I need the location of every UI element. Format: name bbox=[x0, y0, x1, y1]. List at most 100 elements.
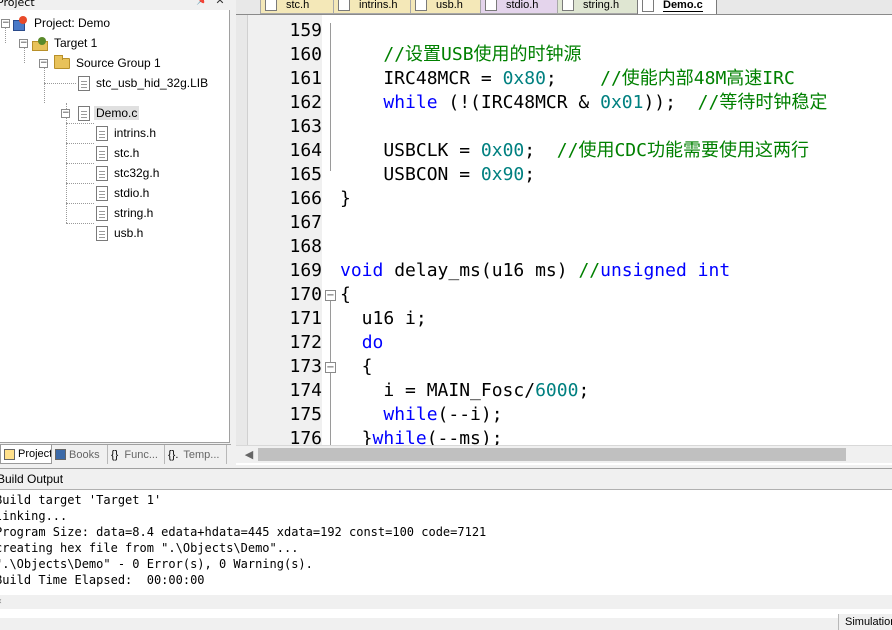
breakpoint-margin[interactable] bbox=[236, 15, 248, 445]
scrollbar-thumb[interactable] bbox=[258, 448, 846, 461]
tab-functions-label: Func... bbox=[124, 448, 158, 461]
header-file-icon bbox=[415, 0, 427, 11]
build-output-line: Build target 'Target 1' bbox=[0, 493, 162, 507]
tab-books-label: Books bbox=[69, 448, 100, 461]
tree-item-lib[interactable]: stc_usb_hid_32g.LIB bbox=[76, 73, 210, 93]
code-line[interactable]: u16 i; bbox=[340, 307, 427, 331]
tree-item-header[interactable]: stdio.h bbox=[94, 183, 151, 203]
file-tab[interactable]: string.h bbox=[557, 0, 647, 14]
code-line[interactable]: { bbox=[340, 355, 373, 379]
code-line[interactable]: void delay_ms(u16 ms) //unsigned int bbox=[340, 259, 730, 283]
tree-item-project[interactable]: Project: Demo bbox=[12, 13, 112, 33]
line-number: 165 bbox=[289, 164, 322, 185]
book-icon bbox=[55, 449, 66, 460]
project-icon bbox=[12, 15, 28, 31]
code-area[interactable]: − − 159 160 //设置USB使用的时钟源 161 IRC48MCR = 0… bbox=[236, 15, 892, 445]
c-file-icon bbox=[642, 0, 654, 12]
tree-item-header[interactable]: stc.h bbox=[94, 143, 141, 163]
tab-functions[interactable]: {} Func... bbox=[108, 445, 165, 464]
fold-line bbox=[330, 23, 331, 171]
code-line[interactable]: { bbox=[340, 283, 351, 307]
tree-item-project-label: Project: Demo bbox=[34, 16, 111, 30]
build-output-line: linking... bbox=[0, 509, 68, 523]
code-line[interactable]: } bbox=[340, 187, 351, 211]
fold-toggle-icon[interactable]: − bbox=[325, 290, 336, 301]
tree-item-source-group[interactable]: Source Group 1 bbox=[54, 53, 163, 73]
template-icon: {}. bbox=[168, 449, 179, 461]
header-file-icon bbox=[96, 125, 108, 141]
tree-item-header-label: string.h bbox=[114, 206, 154, 220]
line-number: 160 bbox=[289, 44, 322, 65]
code-line[interactable]: while(--i); bbox=[340, 403, 502, 427]
build-output-line: creating hex file from ".\Objects\Demo".… bbox=[0, 541, 299, 555]
code-line[interactable]: USBCLK = 0x00; //使用CDC功能需要使用这两行 bbox=[340, 139, 809, 163]
code-line[interactable]: IRC48MCR = 0x80; //使能内部48M高速IRC bbox=[340, 67, 794, 91]
target-icon bbox=[32, 36, 48, 51]
project-tree[interactable]: − Project: Demo − Target 1 − Source Grou… bbox=[0, 10, 230, 443]
tab-templates[interactable]: {}. Temp... bbox=[165, 445, 227, 464]
header-file-icon bbox=[96, 185, 108, 201]
project-tab-icon bbox=[4, 448, 15, 460]
project-panel-tabs: Project Books {} Func... {}. Temp... bbox=[0, 444, 231, 464]
tree-item-header[interactable]: stc32g.h bbox=[94, 163, 161, 183]
line-number: 174 bbox=[289, 380, 322, 401]
tree-item-header-label: intrins.h bbox=[114, 126, 157, 140]
collapse-project-icon[interactable]: − bbox=[1, 19, 10, 28]
tree-item-header-label: stdio.h bbox=[114, 186, 150, 200]
tab-project[interactable]: Project bbox=[0, 445, 52, 464]
header-file-icon bbox=[338, 0, 350, 11]
line-number: 164 bbox=[289, 140, 322, 161]
code-line[interactable]: i = MAIN_Fosc/6000; bbox=[340, 379, 589, 403]
line-number: 171 bbox=[289, 308, 322, 329]
file-tab-label: stc.h bbox=[286, 0, 310, 11]
file-tab-active[interactable]: Demo.c bbox=[637, 0, 717, 14]
horizontal-scrollbar[interactable]: ◀ bbox=[236, 445, 892, 463]
braces-icon: {} bbox=[111, 449, 119, 461]
collapse-group-icon[interactable]: − bbox=[39, 59, 48, 68]
file-tab-label: string.h bbox=[583, 0, 620, 11]
line-number: 175 bbox=[289, 404, 322, 425]
editor-pane: stc.h intrins.h usb.h stdio.h string.h D… bbox=[236, 0, 892, 465]
file-tab-label: usb.h bbox=[436, 0, 463, 11]
close-icon[interactable]: ✕ bbox=[214, 0, 226, 7]
project-panel-title: Project bbox=[0, 0, 35, 9]
tree-item-source-label: Demo.c bbox=[94, 106, 140, 120]
line-number: 162 bbox=[289, 92, 322, 113]
header-file-icon bbox=[265, 0, 277, 11]
file-tab-label: stdio.h bbox=[506, 0, 539, 11]
pin-icon[interactable]: 📌 bbox=[196, 0, 208, 7]
tree-item-target[interactable]: Target 1 bbox=[32, 33, 99, 53]
build-output-line: ".\Objects\Demo" - 0 Error(s), 0 Warning… bbox=[0, 557, 313, 571]
tree-item-header[interactable]: usb.h bbox=[94, 223, 145, 243]
line-number: 170 bbox=[289, 284, 322, 305]
tree-item-header-label: stc32g.h bbox=[114, 166, 160, 180]
file-tab[interactable]: stc.h bbox=[260, 0, 343, 14]
code-line[interactable]: //设置USB使用的时钟源 bbox=[340, 43, 581, 67]
collapse-target-icon[interactable]: − bbox=[19, 39, 28, 48]
collapse-source-icon[interactable]: − bbox=[61, 109, 70, 118]
file-tab[interactable]: intrins.h bbox=[333, 0, 420, 14]
header-file-icon bbox=[96, 145, 108, 161]
file-tab[interactable]: usb.h bbox=[410, 0, 490, 14]
code-line[interactable]: do bbox=[340, 331, 384, 355]
tree-item-target-label: Target 1 bbox=[54, 36, 98, 50]
file-tab-active-label: Demo.c bbox=[663, 0, 703, 12]
tree-item-header[interactable]: intrins.h bbox=[94, 123, 158, 143]
status-mode: Simulation bbox=[838, 614, 892, 630]
tree-item-header[interactable]: string.h bbox=[94, 203, 155, 223]
code-line[interactable]: while (!(IRC48MCR & 0x01)); //等待时钟稳定 bbox=[340, 91, 827, 115]
header-file-icon bbox=[96, 165, 108, 181]
tree-item-source[interactable]: Demo.c bbox=[76, 103, 140, 123]
tab-books[interactable]: Books bbox=[52, 445, 108, 464]
code-line[interactable]: USBCON = 0x90; bbox=[340, 163, 535, 187]
file-tab-bar: stc.h intrins.h usb.h stdio.h string.h D… bbox=[236, 0, 892, 15]
scroll-left-icon[interactable]: ◀ bbox=[242, 447, 256, 463]
folder-icon bbox=[54, 54, 70, 69]
project-panel: Project 📌 ✕ − Project: Demo − Target 1 −… bbox=[0, 0, 231, 465]
scroll-left-icon[interactable]: ‹ bbox=[0, 595, 10, 609]
file-tab[interactable]: stdio.h bbox=[480, 0, 567, 14]
output-horizontal-scrollbar[interactable]: ‹ bbox=[0, 595, 892, 609]
code-line[interactable]: }while(--ms); bbox=[340, 427, 503, 445]
tree-item-header-label: usb.h bbox=[114, 226, 144, 240]
fold-toggle-icon[interactable]: − bbox=[325, 362, 336, 373]
